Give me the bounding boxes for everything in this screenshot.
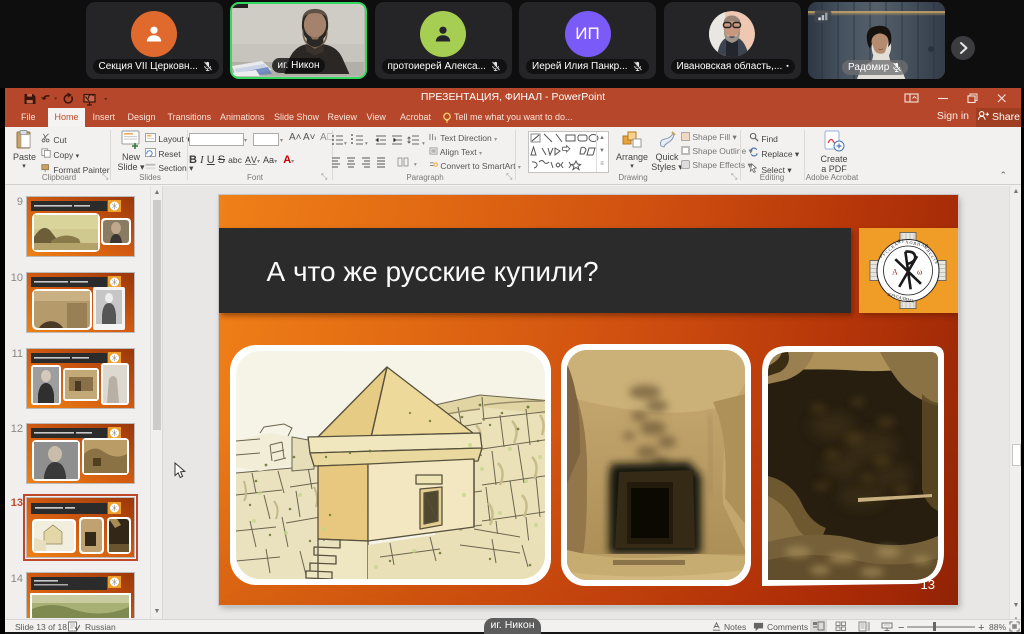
svg-text:▾: ▾ [344, 141, 347, 146]
svg-text:▾: ▾ [414, 162, 417, 168]
svg-text:▾: ▾ [422, 141, 425, 146]
svg-text:ω: ω [917, 268, 922, 277]
svg-text:А: А [892, 268, 898, 277]
svg-text:▾: ▾ [365, 141, 368, 146]
